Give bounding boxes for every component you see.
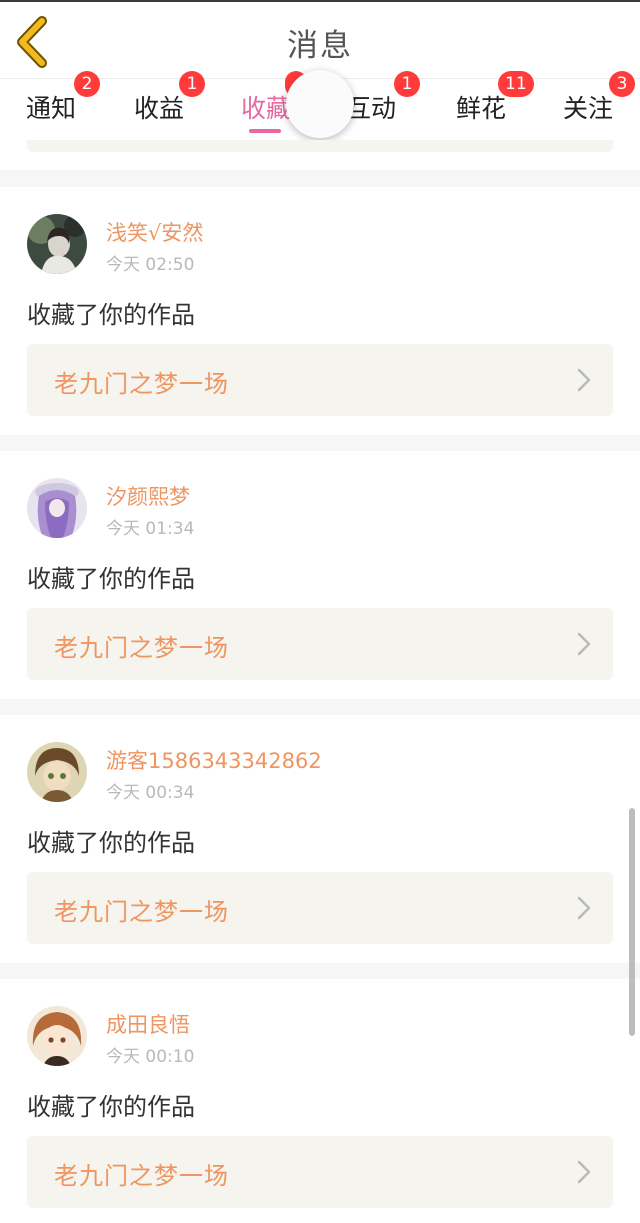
action-text: 收藏了你的作品 xyxy=(27,565,195,593)
username[interactable]: 成田良悟 xyxy=(106,1009,190,1039)
action-text: 收藏了你的作品 xyxy=(27,301,195,329)
work-link[interactable]: 老九门之梦一场 xyxy=(27,344,613,416)
notification-card: 汐颜熙梦 今天 01:34 收藏了你的作品 老九门之梦一场 xyxy=(0,451,640,699)
timestamp: 今天 01:34 xyxy=(106,519,195,539)
tab-badge: 11 xyxy=(498,71,534,97)
avatar-image xyxy=(27,478,87,538)
notification-card: 浅笑√安然 今天 02:50 收藏了你的作品 老九门之梦一场 xyxy=(0,187,640,435)
tab-badge: 3 xyxy=(609,71,635,97)
tab-badge: 1 xyxy=(394,71,420,97)
work-link[interactable]: 老九门之梦一场 xyxy=(27,1136,613,1208)
tab-label: 收藏 xyxy=(241,94,292,123)
avatar[interactable] xyxy=(27,742,87,802)
tab-badge: 1 xyxy=(179,71,205,97)
page-title: 消息 xyxy=(287,28,353,64)
avatar[interactable] xyxy=(27,1006,87,1066)
top-bar: 消息 xyxy=(0,0,640,78)
work-title: 老九门之梦一场 xyxy=(54,370,229,398)
chevron-right-icon xyxy=(577,632,591,656)
avatar-image xyxy=(27,214,87,274)
username[interactable]: 游客1586343342862 xyxy=(106,745,322,775)
scrollbar[interactable] xyxy=(629,808,635,1036)
avatar[interactable] xyxy=(27,478,87,538)
app-screen: 消息 通知 2 收益 1 收藏 互动 1 鲜花 11 关注 3 浅笑√安然 今天… xyxy=(0,0,640,1223)
chevron-right-icon xyxy=(577,896,591,920)
tab-label: 通知 xyxy=(26,94,77,123)
work-title: 老九门之梦一场 xyxy=(54,898,229,926)
avatar[interactable] xyxy=(27,214,87,274)
work-link[interactable]: 老九门之梦一场 xyxy=(27,872,613,944)
username[interactable]: 汐颜熙梦 xyxy=(106,481,190,511)
username[interactable]: 浅笑√安然 xyxy=(106,217,203,247)
work-link[interactable]: 老九门之梦一场 xyxy=(27,608,613,680)
work-title: 老九门之梦一场 xyxy=(54,634,229,662)
avatar-image xyxy=(27,742,87,802)
avatar-image xyxy=(27,1006,87,1066)
chevron-right-icon xyxy=(577,368,591,392)
notification-card: 成田良悟 今天 00:10 收藏了你的作品 老九门之梦一场 xyxy=(0,979,640,1223)
active-tab-indicator xyxy=(249,129,281,133)
previous-work-link[interactable] xyxy=(27,140,613,152)
previous-card-fragment xyxy=(0,140,640,170)
timestamp: 今天 00:34 xyxy=(106,783,195,803)
timestamp: 今天 02:50 xyxy=(106,255,195,275)
chevron-right-icon xyxy=(577,1160,591,1184)
action-text: 收藏了你的作品 xyxy=(27,829,195,857)
action-text: 收藏了你的作品 xyxy=(27,1093,195,1121)
tab-label: 收益 xyxy=(134,94,185,123)
tab-label: 关注 xyxy=(563,94,614,123)
work-title: 老九门之梦一场 xyxy=(54,1162,229,1190)
tab-badge: 2 xyxy=(74,71,100,97)
notification-card: 游客1586343342862 今天 00:34 收藏了你的作品 老九门之梦一场 xyxy=(0,715,640,963)
floating-touch-button[interactable] xyxy=(286,70,354,138)
timestamp: 今天 00:10 xyxy=(106,1047,195,1067)
tab-label: 鲜花 xyxy=(456,94,507,123)
